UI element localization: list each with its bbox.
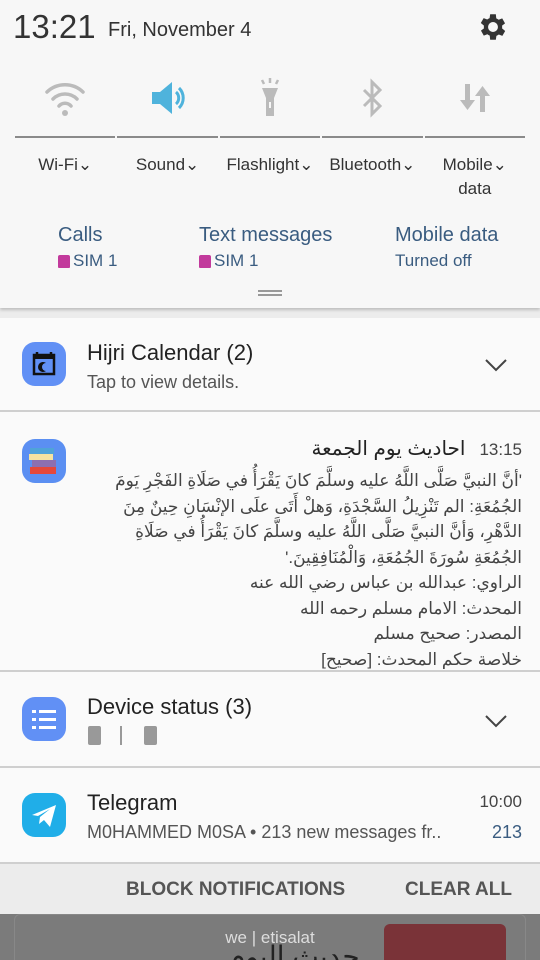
chevron-down-icon[interactable] bbox=[484, 714, 508, 728]
calls-sim[interactable]: Calls SIM 1 bbox=[58, 224, 117, 271]
block-notifications-button[interactable]: BLOCK NOTIFICATIONS bbox=[126, 879, 345, 901]
notification-hadith[interactable]: احاديث يوم الجمعة 13:15 'أنَّ النبيَّ صَ… bbox=[0, 412, 540, 672]
mobile-data-sim[interactable]: Mobile data Turned off bbox=[395, 224, 498, 271]
speaker-icon bbox=[151, 82, 185, 114]
notification-telegram[interactable]: Telegram 10:00 M0HAMMED M0SA • 213 new m… bbox=[0, 768, 540, 864]
tile-wifi[interactable]: Wi-Fi⌄ bbox=[14, 76, 116, 201]
notif-title: Telegram bbox=[87, 790, 178, 815]
quick-settings-panel: 13:21 Fri, November 4 Wi-Fi⌄ Sound⌄ Flas… bbox=[0, 0, 540, 308]
books-icon bbox=[22, 439, 66, 483]
wifi-icon bbox=[45, 83, 85, 116]
bluetooth-icon bbox=[363, 78, 383, 118]
notif-title: Device status (3) bbox=[87, 694, 253, 719]
hadith-body: 'أنَّ النبيَّ صَلَّى اللَّهُ عليه وسلَّم… bbox=[115, 471, 522, 567]
clock: 13:21 bbox=[13, 8, 96, 45]
usb-icon bbox=[120, 726, 130, 745]
status-icons bbox=[88, 726, 157, 745]
data-title: Mobile data bbox=[395, 224, 499, 246]
notif-time: 10:00 bbox=[479, 792, 522, 811]
notif-title: احاديث يوم الجمعة bbox=[311, 438, 466, 460]
tile-label: Bluetooth bbox=[329, 155, 402, 174]
battery-recycle-icon bbox=[88, 726, 101, 745]
data-value: Turned off bbox=[395, 251, 472, 270]
notif-title: Hijri Calendar (2) bbox=[87, 340, 254, 365]
data-arrows-icon bbox=[459, 84, 490, 112]
tile-label: Sound bbox=[135, 155, 186, 174]
tile-label: Flashlight bbox=[226, 155, 300, 174]
hadith-narrator: الراوي: عبدالله بن عباس رضي الله عنه bbox=[249, 573, 522, 592]
message-count: 213 bbox=[491, 822, 522, 842]
hadith-text: 'أنَّ النبيَّ صَلَّى اللَّهُ عليه وسلَّم… bbox=[97, 468, 522, 672]
settings-gear-icon[interactable] bbox=[476, 10, 510, 44]
date: Fri, November 4 bbox=[108, 19, 252, 41]
sim-icon bbox=[58, 254, 70, 268]
texts-title: Text messages bbox=[199, 224, 333, 246]
notif-text: M0HAMMED M0SA • 213 new messages fr.. bbox=[87, 822, 442, 842]
tile-label: data bbox=[458, 179, 492, 198]
tile-sound[interactable]: Sound⌄ bbox=[116, 76, 218, 201]
list-icon bbox=[22, 697, 66, 741]
tile-label: Wi-Fi bbox=[38, 155, 78, 174]
notif-time: 13:15 bbox=[479, 440, 522, 459]
drag-handle[interactable] bbox=[258, 290, 282, 296]
battery-full-icon bbox=[144, 726, 157, 745]
clear-all-button[interactable]: CLEAR ALL bbox=[405, 879, 512, 901]
notification-hijri[interactable]: Hijri Calendar (2) Tap to view details. bbox=[0, 318, 540, 412]
tile-label: Mobile bbox=[442, 155, 493, 174]
tile-flashlight[interactable]: Flashlight⌄ bbox=[219, 76, 321, 201]
home-background: we | etisalat حديث اليوم bbox=[0, 914, 540, 960]
divider bbox=[0, 308, 540, 318]
sim-icon bbox=[199, 254, 211, 268]
notification-device-status[interactable]: Device status (3) bbox=[0, 672, 540, 768]
hadith-verdict: خلاصة حكم المحدث: [صحيح] bbox=[321, 649, 522, 669]
flashlight-icon bbox=[260, 78, 280, 116]
widget-text: حديث اليوم bbox=[228, 941, 360, 960]
chevron-down-icon[interactable] bbox=[484, 358, 508, 372]
notification-footer: BLOCK NOTIFICATIONS CLEAR ALL bbox=[0, 864, 540, 914]
tile-bluetooth[interactable]: Bluetooth⌄ bbox=[321, 76, 423, 201]
telegram-icon bbox=[22, 793, 66, 837]
calls-title: Calls bbox=[58, 224, 103, 246]
sim-value: SIM 1 bbox=[214, 251, 259, 270]
texts-sim[interactable]: Text messages SIM 1 bbox=[199, 224, 332, 271]
tile-mobile-data[interactable]: Mobile⌄ data bbox=[424, 76, 526, 201]
sim-value: SIM 1 bbox=[73, 251, 118, 270]
calendar-moon-icon bbox=[22, 342, 66, 386]
notif-subtitle: Tap to view details. bbox=[87, 372, 240, 392]
hadith-scholar: المحدث: الامام مسلم رحمه الله bbox=[300, 598, 522, 618]
hadith-source: المصدر: صحيح مسلم bbox=[373, 624, 522, 643]
